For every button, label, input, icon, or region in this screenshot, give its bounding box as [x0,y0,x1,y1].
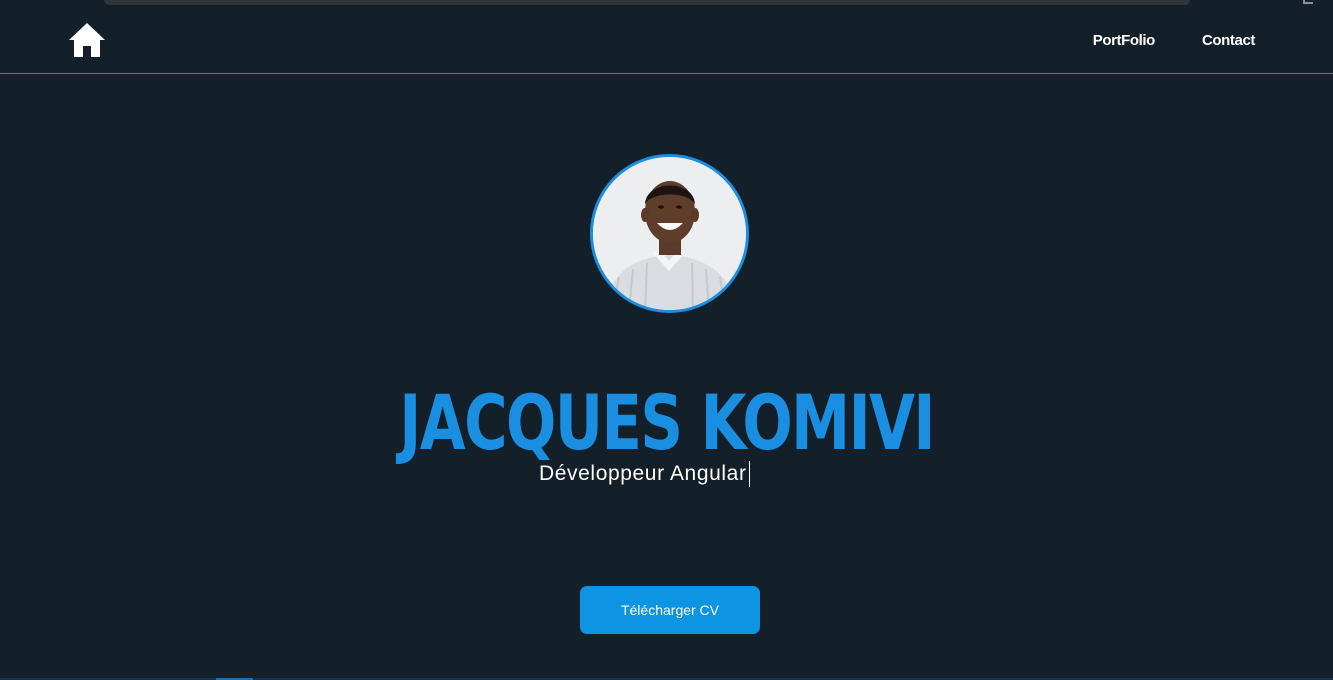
nav-link-portfolio[interactable]: PortFolio [1093,32,1156,49]
main-nav: PortFolio Contact [1093,32,1256,49]
download-cv-button[interactable]: Télécharger CV [580,586,760,634]
corner-icon [1303,0,1313,4]
browser-top-strip [0,0,1333,8]
home-icon[interactable] [67,21,107,59]
browser-bar [104,0,1190,5]
nav-link-contact[interactable]: Contact [1202,32,1255,49]
hero-subtitle: Développeur Angular [539,461,750,487]
avatar [590,154,749,313]
site-header: PortFolio Contact [0,8,1333,74]
hero-subtitle-text: Développeur Angular [539,462,747,485]
hero-name: JACQUES KOMIVI [399,378,935,467]
typing-cursor [748,461,750,487]
profile-photo [593,157,746,310]
